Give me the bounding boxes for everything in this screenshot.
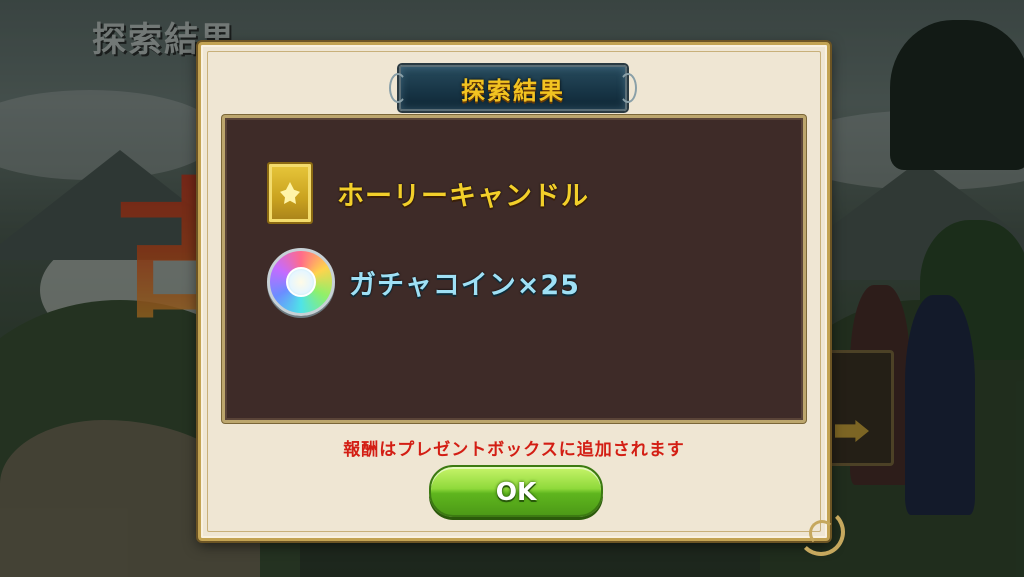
reward-item: ホーリーキャンドル: [267, 162, 589, 224]
corner-ornament-icon: [809, 520, 835, 546]
result-dialog: 探索結果 ホーリーキャンドル ガチャコイン×25 報酬はプレゼントボックスに追加…: [198, 42, 845, 556]
dialog-title-plate: 探索結果: [389, 65, 637, 111]
coin-center: [286, 267, 316, 297]
ok-button-label: OK: [495, 476, 537, 506]
reward-item: ガチャコイン×25: [267, 248, 580, 316]
flame-icon: [280, 182, 300, 204]
reward-label: ホーリーキャンドル: [337, 180, 589, 212]
holy-candle-icon: [267, 162, 313, 224]
dialog-title: 探索結果: [461, 76, 565, 105]
ok-button[interactable]: OK: [429, 465, 603, 517]
gacha-coin-icon: [267, 248, 335, 316]
notice-text: 報酬はプレゼントボックスに追加されます: [343, 440, 685, 460]
reward-list-panel: ホーリーキャンドル ガチャコイン×25: [222, 115, 806, 423]
reward-label: ガチャコイン×25: [349, 269, 580, 301]
